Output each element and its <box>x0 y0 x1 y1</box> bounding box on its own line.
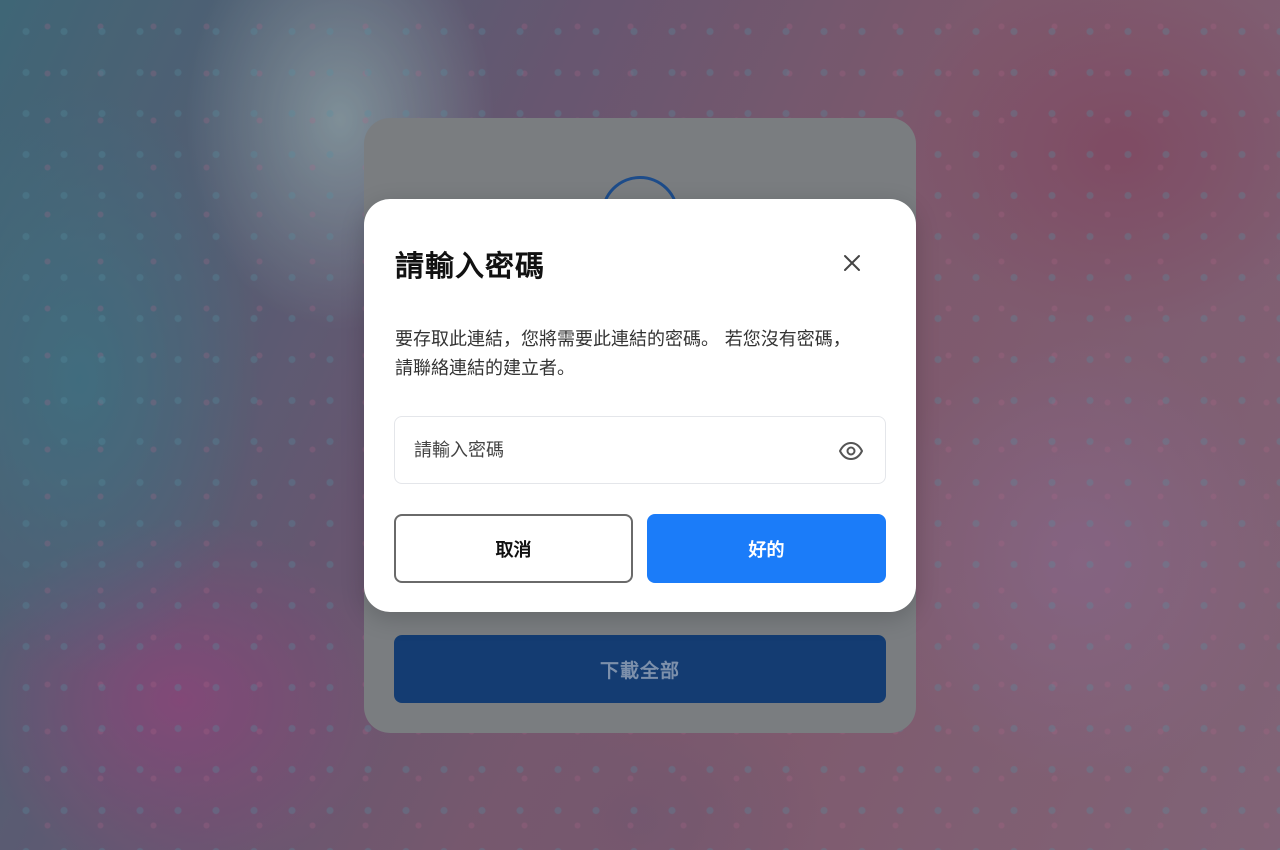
ok-button[interactable]: 好的 <box>647 514 886 583</box>
download-all-button[interactable]: 下載全部 <box>394 635 886 703</box>
password-dialog: 請輸入密碼 要存取此連結，您將需要此連結的密碼。 若您沒有密碼，請聯絡連結的建立… <box>364 199 916 612</box>
dialog-description: 要存取此連結，您將需要此連結的密碼。 若您沒有密碼，請聯絡連結的建立者。 <box>395 329 851 379</box>
close-button[interactable] <box>838 249 866 277</box>
show-password-button[interactable] <box>837 437 865 465</box>
password-field <box>394 416 886 484</box>
dialog-title: 請輸入密碼 <box>395 249 546 283</box>
close-icon <box>844 255 860 271</box>
cancel-button[interactable]: 取消 <box>394 514 633 583</box>
password-input[interactable] <box>414 417 814 483</box>
eye-icon <box>839 442 863 460</box>
